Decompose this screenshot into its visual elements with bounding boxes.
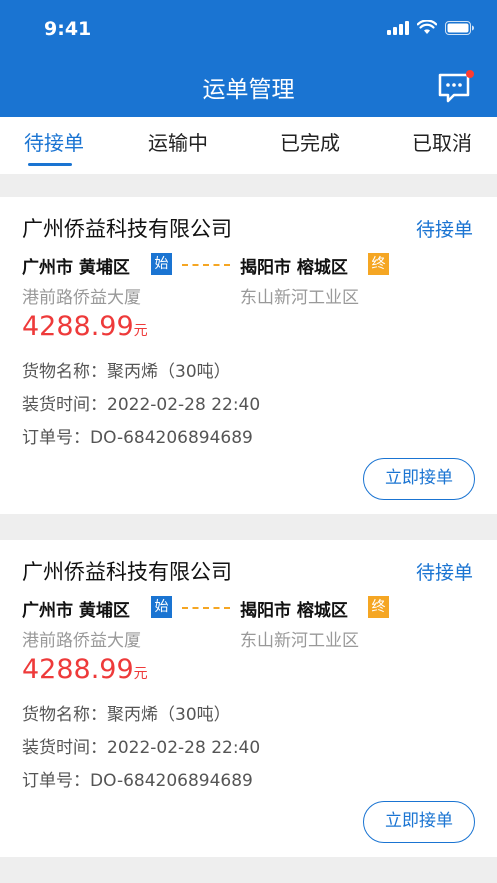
tab-cancelled[interactable]: 已取消	[412, 127, 472, 156]
message-button[interactable]	[437, 68, 477, 106]
start-tag: 始	[151, 253, 172, 275]
order-number: 订单号：DO-684206894689	[22, 428, 253, 448]
price-unit: 元	[133, 323, 148, 339]
accept-order-button[interactable]: 立即接单	[363, 458, 475, 500]
to-address: 东山新河工业区	[240, 288, 359, 308]
route-to: 揭阳市 榕城区	[240, 258, 348, 278]
goods-info: 货物名称：聚丙烯（30吨）	[22, 705, 231, 725]
end-tag: 终	[368, 253, 389, 275]
status-time: 9:41	[44, 18, 92, 40]
route-from: 广州市 黄埔区	[22, 258, 130, 278]
route: 广州市 黄埔区 始 揭阳市 榕城区 终	[22, 253, 482, 279]
signal-icon	[387, 20, 409, 35]
price: 4288.99元	[22, 311, 148, 342]
order-status: 待接单	[415, 562, 473, 584]
notification-dot	[466, 70, 474, 78]
price-unit: 元	[133, 666, 148, 682]
to-address: 东山新河工业区	[240, 631, 359, 651]
company-name: 广州侨益科技有限公司	[22, 217, 232, 241]
status-icons	[387, 20, 475, 35]
status-bar: 9:41	[0, 0, 497, 60]
price: 4288.99元	[22, 654, 148, 685]
route-dash-line	[182, 264, 230, 266]
page-title: 运单管理	[202, 77, 295, 103]
route: 广州市 黄埔区 始 揭阳市 榕城区 终	[22, 596, 482, 622]
order-status: 待接单	[415, 219, 473, 241]
tab-completed[interactable]: 已完成	[280, 127, 340, 156]
tab-bar: 待接单 运输中 已完成 已取消	[0, 117, 497, 174]
order-number: 订单号：DO-684206894689	[22, 771, 253, 791]
route-from: 广州市 黄埔区	[22, 601, 130, 621]
route-to: 揭阳市 榕城区	[240, 601, 348, 621]
start-tag: 始	[151, 596, 172, 618]
app-header: 9:41 运单管理	[0, 0, 497, 117]
battery-icon	[445, 20, 474, 35]
order-card[interactable]: 广州侨益科技有限公司 待接单 广州市 黄埔区 始 揭阳市 榕城区 终 港前路侨益…	[0, 197, 497, 514]
tab-in-transit[interactable]: 运输中	[148, 127, 208, 156]
from-address: 港前路侨益大厦	[22, 631, 141, 651]
end-tag: 终	[368, 596, 389, 618]
wifi-icon	[417, 20, 437, 34]
route-dash-line	[182, 607, 230, 609]
accept-order-button[interactable]: 立即接单	[363, 801, 475, 843]
load-time: 装货时间：2022-02-28 22:40	[22, 395, 261, 415]
goods-info: 货物名称：聚丙烯（30吨）	[22, 362, 231, 382]
load-time: 装货时间：2022-02-28 22:40	[22, 738, 261, 758]
tab-pending[interactable]: 待接单	[24, 127, 84, 156]
order-card[interactable]: 广州侨益科技有限公司 待接单 广州市 黄埔区 始 揭阳市 榕城区 终 港前路侨益…	[0, 540, 497, 857]
company-name: 广州侨益科技有限公司	[22, 560, 232, 584]
price-value: 4288.99	[22, 654, 134, 685]
active-tab-indicator	[28, 163, 72, 166]
from-address: 港前路侨益大厦	[22, 288, 141, 308]
price-value: 4288.99	[22, 311, 134, 342]
